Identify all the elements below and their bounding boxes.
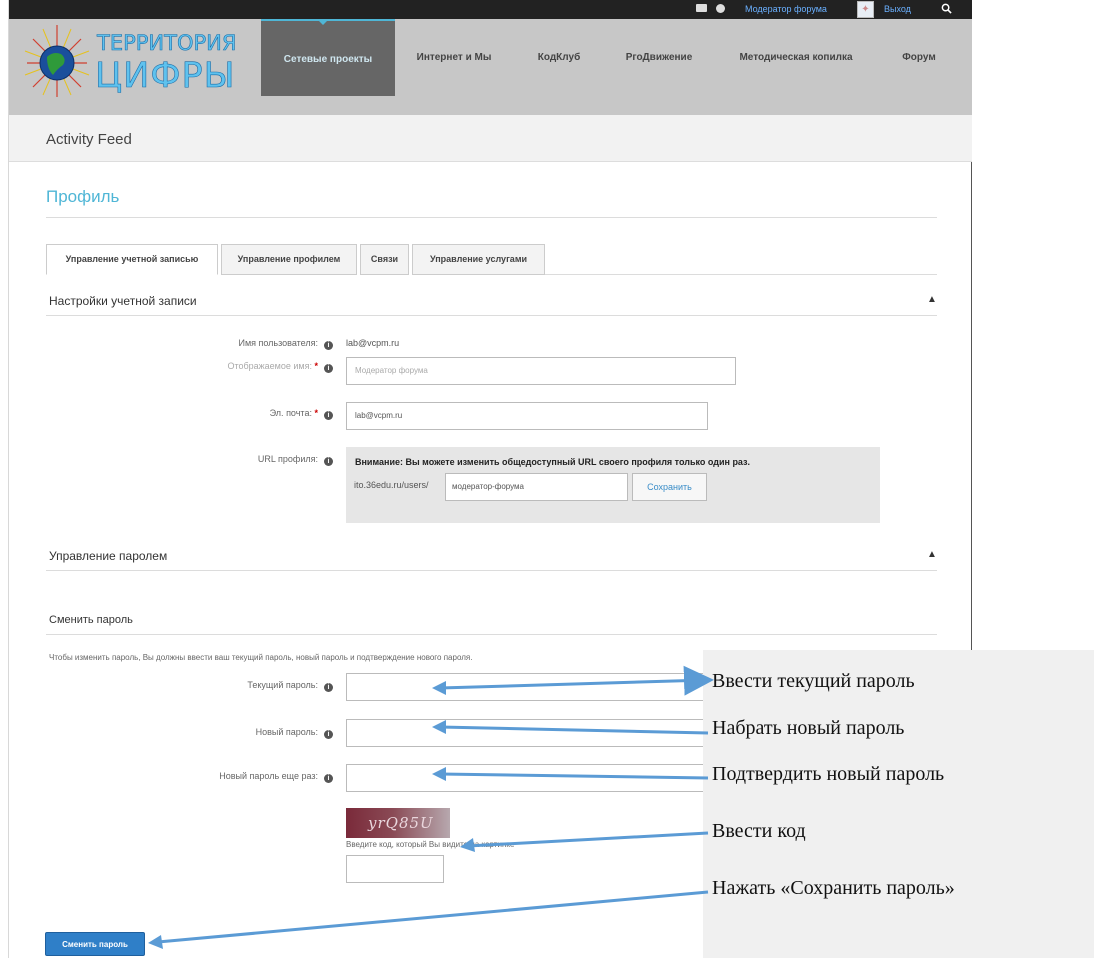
nav-item-methodical[interactable]: Методическая копилка (731, 19, 861, 96)
logo-line1: ТЕРРИТОРИЯ (96, 31, 236, 55)
globe-logo-icon: ТЕРРИТОРИЯ ЦИФРЫ (24, 25, 237, 97)
new-password-label: Новый пароль: i (169, 727, 333, 739)
url-prefix: ito.36edu.ru/users/ (354, 480, 429, 490)
nav-item-forum[interactable]: Форум (889, 19, 949, 96)
divider (46, 634, 937, 635)
tab-connections[interactable]: Связи (360, 244, 409, 275)
nav-item-rgodvizhenie[interactable]: РгоДвижение (619, 19, 699, 96)
active-caret-icon (319, 21, 327, 25)
activity-feed-title[interactable]: Activity Feed (46, 131, 132, 148)
annotation-confirm-password: Подтвердить новый пароль (712, 763, 945, 785)
user-link[interactable]: Модератор форума (745, 4, 827, 14)
avatar[interactable]: ✦ (857, 1, 874, 18)
repeat-password-field[interactable] (346, 764, 726, 792)
profile-url-label: URL профиля: i (169, 454, 333, 466)
display-name-field[interactable]: Модератор форума (346, 357, 736, 385)
annotation-new-password: Набрать новый пароль (712, 717, 905, 739)
captcha-field[interactable] (346, 855, 444, 883)
chevron-up-icon[interactable]: ▲ (927, 549, 937, 560)
nav-item-network-projects[interactable]: Сетевые проекты (261, 19, 395, 96)
current-password-label: Текущий пароль: i (169, 680, 333, 692)
main-nav: ТЕРРИТОРИЯ ЦИФРЫ Сетевые проекты Интерне… (9, 19, 972, 115)
url-warning: Внимание: Вы можете изменить общедоступн… (355, 457, 751, 467)
info-icon[interactable]: i (324, 730, 333, 739)
chevron-up-icon[interactable]: ▲ (927, 294, 937, 305)
chat-icon[interactable] (716, 4, 725, 13)
password-description: Чтобы изменить пароль, Вы должны ввести … (49, 653, 473, 662)
site-logo[interactable]: ТЕРРИТОРИЯ ЦИФРЫ (23, 23, 253, 97)
email-label: Эл. почта: * i (169, 408, 333, 420)
tab-account[interactable]: Управление учетной записью (46, 244, 218, 275)
tab-services[interactable]: Управление услугами (412, 244, 545, 275)
change-password-button[interactable]: Сменить пароль (45, 932, 145, 956)
display-name-label: Отображаемое имя: * i (169, 361, 333, 373)
username-value: lab@vcpm.ru (346, 338, 400, 348)
logo-line2: ЦИФРЫ (95, 56, 235, 96)
nav-item-codeclub[interactable]: КодКлуб (529, 19, 589, 96)
annotation-enter-code: Ввести код (712, 820, 806, 842)
mail-icon[interactable] (696, 4, 707, 12)
captcha-image: yrQ85U (346, 808, 450, 838)
account-settings-heading[interactable]: Настройки учетной записи (49, 294, 197, 308)
divider (46, 570, 937, 571)
repeat-password-label: Новый пароль еще раз: i (149, 771, 333, 783)
profile-url-field[interactable]: модератор-форума (445, 473, 628, 501)
info-icon[interactable]: i (324, 683, 333, 692)
top-bar: Модератор форума ✦ Выход (9, 0, 972, 19)
info-icon[interactable]: i (324, 457, 333, 466)
tabs-underline (545, 274, 937, 275)
captcha-hint: Введите код, который Вы видите на картин… (346, 840, 515, 849)
profile-url-box: Внимание: Вы можете изменить общедоступн… (346, 447, 880, 523)
change-password-subheading: Сменить пароль (49, 614, 133, 626)
tab-profile[interactable]: Управление профилем (221, 244, 357, 275)
info-icon[interactable]: i (324, 774, 333, 783)
page-title: Профиль (46, 187, 120, 206)
current-password-field[interactable] (346, 673, 726, 701)
activity-feed-bar: Activity Feed (9, 115, 972, 162)
email-field[interactable]: lab@vcpm.ru (346, 402, 708, 430)
divider (46, 315, 937, 316)
save-url-button[interactable]: Сохранить (632, 473, 707, 501)
info-icon[interactable]: i (324, 411, 333, 420)
annotation-click-save: Нажать «Сохранить пароль» (712, 877, 955, 899)
new-password-field[interactable] (346, 719, 726, 747)
password-heading[interactable]: Управление паролем (49, 549, 167, 563)
annotation-current-password: Ввести текущий пароль (712, 670, 915, 692)
nav-item-internet[interactable]: Интернет и Мы (409, 19, 499, 96)
logout-link[interactable]: Выход (884, 4, 911, 14)
username-label: Имя пользователя: i (169, 338, 333, 350)
search-icon[interactable] (941, 3, 952, 14)
info-icon[interactable]: i (324, 364, 333, 373)
divider (46, 217, 937, 218)
info-icon[interactable]: i (324, 341, 333, 350)
